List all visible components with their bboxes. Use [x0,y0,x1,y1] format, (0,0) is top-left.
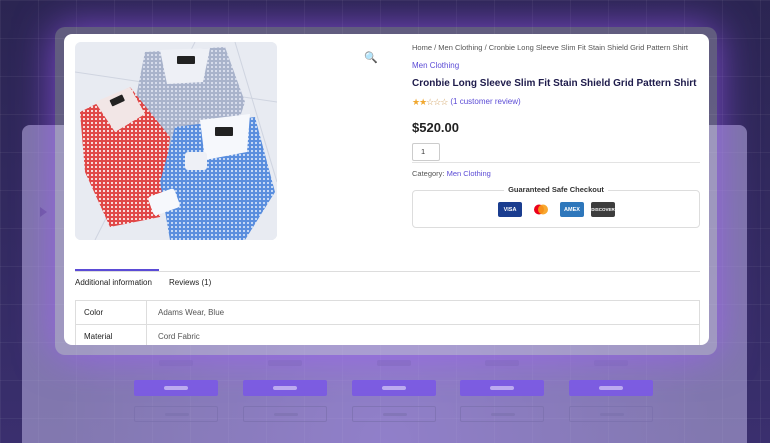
discover-icon: DISCOVER [591,202,615,217]
breadcrumb: Home / Men Clothing / Cronbie Long Sleev… [412,42,702,54]
breadcrumb-home[interactable]: Home [412,43,432,52]
star-rating: ★★☆☆☆ [412,96,448,108]
tab-additional-information[interactable]: Additional information [75,277,152,289]
additional-information-table: Color Adams Wear, Blue Material Cord Fab… [75,300,700,345]
tabs-divider [75,271,700,272]
product-price: $520.00 [412,120,459,135]
product-image[interactable] [75,42,277,240]
shirts-image [75,42,277,240]
table-row: Material Cord Fabric [75,324,700,345]
bg-product-card [134,360,218,422]
product-summary: Home / Men Clothing / Cronbie Long Sleev… [412,42,702,161]
product-title: Cronbie Long Sleeve Slim Fit Stain Shiel… [412,78,697,89]
payment-methods: VISA AMEX DISCOVER [498,202,615,217]
tab-reviews[interactable]: Reviews (1) [169,277,211,289]
quick-view-card: 🔍 Home / Men Clothing / Cronbie Long Sle… [64,34,709,345]
star-empty-icon: ☆ [440,97,448,107]
attribute-value: Cord Fabric [146,324,700,345]
category-label: Category: [412,169,447,178]
mastercard-icon [529,202,553,217]
bg-product-card [352,360,436,422]
magnifier-icon[interactable]: 🔍 [364,52,378,64]
back-arrow-icon [40,207,47,217]
safe-checkout-box: Guaranteed Safe Checkout VISA AMEX DISCO… [412,185,700,228]
visa-icon: VISA [498,202,522,217]
breadcrumb-current: Cronbie Long Sleeve Slim Fit Stain Shiel… [488,43,689,52]
bg-product-card [243,360,327,422]
quantity-input[interactable]: 1 [412,143,440,161]
customer-review-link[interactable]: (1 customer review) [450,96,520,108]
breadcrumb-category[interactable]: Men Clothing [438,43,482,52]
product-category-link[interactable]: Men Clothing [412,60,702,72]
safe-checkout-legend: Guaranteed Safe Checkout [504,185,608,194]
attribute-label: Color [75,300,147,325]
bg-product-card [460,360,544,422]
product-meta-category: Category: Men Clothing [412,169,491,179]
attribute-label: Material [75,324,147,345]
bg-product-card [569,360,653,422]
attribute-value: Adams Wear, Blue [146,300,700,325]
amex-icon: AMEX [560,202,584,217]
divider [412,162,700,163]
rating-row: ★★☆☆☆ (1 customer review) [412,96,702,108]
category-value-link[interactable]: Men Clothing [447,169,491,178]
table-row: Color Adams Wear, Blue [75,300,700,325]
